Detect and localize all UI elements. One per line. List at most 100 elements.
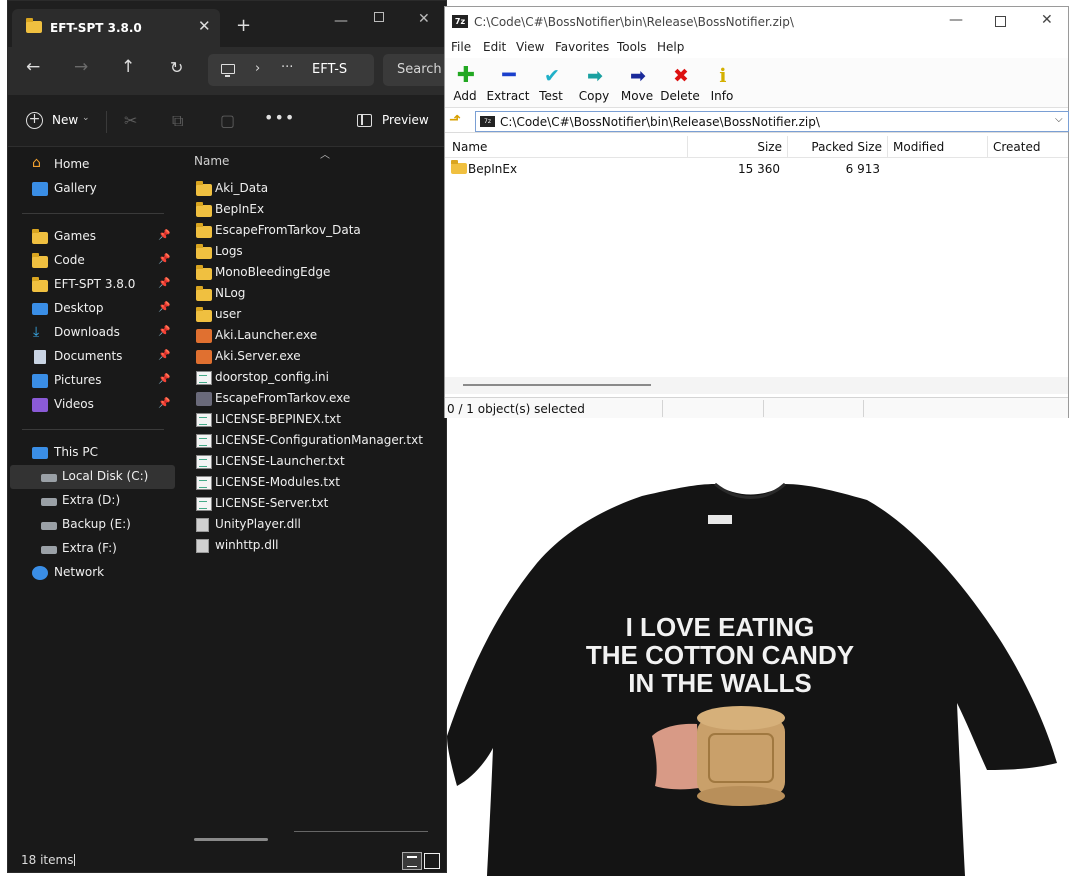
up-arrow-icon[interactable]: ↑: [121, 59, 135, 76]
sidebar-item-pictures[interactable]: Pictures 📌: [8, 369, 173, 393]
menu-help[interactable]: Help: [657, 40, 684, 54]
column-header-packed-size[interactable]: Packed Size: [788, 136, 888, 158]
file-name: LICENSE-ConfigurationManager.txt: [215, 433, 423, 447]
horizontal-scrollbar[interactable]: [194, 838, 268, 841]
file-row[interactable]: Logs: [194, 242, 444, 263]
file-row[interactable]: user: [194, 305, 444, 326]
pin-icon[interactable]: 📌: [158, 350, 170, 361]
sidebar-item-this-pc[interactable]: This PC: [8, 441, 173, 465]
close-tab-icon[interactable]: ✕: [198, 17, 211, 35]
sidebar-item-backup-e[interactable]: Backup (E:): [8, 513, 173, 537]
paste-icon[interactable]: ▢: [220, 111, 235, 130]
sidebar-item-extra-f[interactable]: Extra (F:): [8, 537, 173, 561]
minimize-button[interactable]: —: [334, 13, 348, 29]
search-input[interactable]: Search: [383, 54, 446, 86]
pin-icon[interactable]: 📌: [158, 374, 170, 385]
chevron-right-icon[interactable]: ›: [255, 61, 260, 76]
details-view-button[interactable]: [402, 852, 422, 870]
folder-icon: [451, 160, 467, 174]
refresh-icon[interactable]: ↻: [170, 60, 183, 76]
column-header-modified[interactable]: Modified: [888, 136, 988, 158]
pin-icon[interactable]: 📌: [158, 398, 170, 409]
menu-file[interactable]: File: [451, 40, 471, 54]
more-options-icon[interactable]: •••: [264, 108, 295, 127]
path-input[interactable]: 7z C:\Code\C#\BossNotifier\bin\Release\B…: [475, 111, 1069, 132]
back-arrow-icon[interactable]: ←: [26, 59, 40, 76]
copy-button[interactable]: ➡ Copy: [571, 62, 617, 106]
sidebar-item-network[interactable]: Network: [8, 561, 173, 585]
menu-tools[interactable]: Tools: [617, 40, 647, 54]
sidebar-item-eft-spt[interactable]: EFT-SPT 3.8.0 📌: [8, 273, 173, 297]
add-button[interactable]: ✚ Add: [442, 62, 488, 106]
file-row[interactable]: EscapeFromTarkov.exe: [194, 389, 444, 410]
file-row[interactable]: Aki_Data: [194, 179, 444, 200]
close-window-button[interactable]: ✕: [418, 11, 430, 27]
new-tab-button[interactable]: +: [236, 17, 251, 35]
pin-icon[interactable]: 📌: [158, 278, 170, 289]
column-header-name[interactable]: Name: [445, 136, 688, 158]
file-row[interactable]: winhttp.dll: [194, 536, 444, 557]
menu-edit[interactable]: Edit: [483, 40, 506, 54]
horizontal-scrollbar[interactable]: [445, 377, 1068, 394]
file-name: BepInEx: [215, 202, 265, 216]
extract-button[interactable]: ━ Extract: [485, 62, 531, 106]
move-button[interactable]: ➡ Move: [614, 62, 660, 106]
folder-icon: [26, 18, 42, 33]
pin-icon[interactable]: 📌: [158, 254, 170, 265]
file-row[interactable]: LICENSE-Launcher.txt: [194, 452, 444, 473]
file-row[interactable]: LICENSE-Server.txt: [194, 494, 444, 515]
pin-icon[interactable]: 📌: [158, 230, 170, 241]
file-row[interactable]: doorstop_config.ini: [194, 368, 444, 389]
sidebar-item-extra-d[interactable]: Extra (D:): [8, 489, 173, 513]
close-window-button[interactable]: ✕: [1041, 12, 1053, 28]
sidebar-item-documents[interactable]: Documents 📌: [8, 345, 173, 369]
forward-arrow-icon[interactable]: →: [74, 59, 88, 76]
more-path-icon[interactable]: ···: [281, 60, 293, 75]
sidebar-item-code[interactable]: Code 📌: [8, 249, 173, 273]
sidebar-item-desktop[interactable]: Desktop 📌: [8, 297, 173, 321]
menu-view[interactable]: View: [516, 40, 544, 54]
explorer-tab[interactable]: EFT-SPT 3.8.0 ✕: [12, 9, 220, 47]
address-bar[interactable]: › ··· EFT-S: [208, 54, 374, 86]
table-row[interactable]: BepInEx 15 360 6 913: [445, 160, 1068, 178]
up-folder-icon[interactable]: ⬏: [449, 112, 467, 130]
status-divider: [662, 400, 663, 417]
info-button[interactable]: ℹ Info: [699, 62, 745, 106]
sidebar-label: Games: [54, 229, 96, 243]
column-header-name[interactable]: Name: [194, 154, 229, 168]
maximize-button[interactable]: [995, 16, 1006, 27]
navigation-pane: ⌂ Home Gallery Games 📌 Code 📌 EFT-SPT 3.…: [8, 148, 176, 838]
file-row[interactable]: NLog: [194, 284, 444, 305]
test-button[interactable]: ✔ Test: [528, 62, 574, 106]
maximize-button[interactable]: [374, 12, 384, 22]
scrollbar-thumb[interactable]: [463, 384, 651, 386]
cell-size: 15 360: [738, 162, 780, 176]
delete-button[interactable]: ✖ Delete: [657, 62, 703, 106]
file-row[interactable]: LICENSE-BEPINEX.txt: [194, 410, 444, 431]
pin-icon[interactable]: 📌: [158, 302, 170, 313]
sidebar-item-home[interactable]: ⌂ Home: [8, 153, 173, 177]
file-row[interactable]: LICENSE-Modules.txt: [194, 473, 444, 494]
file-row[interactable]: LICENSE-ConfigurationManager.txt: [194, 431, 444, 452]
minimize-button[interactable]: —: [949, 12, 963, 28]
cell-packed-size: 6 913: [845, 162, 880, 176]
sidebar-item-videos[interactable]: Videos 📌: [8, 393, 173, 417]
cut-icon[interactable]: ✂: [124, 111, 137, 130]
file-row[interactable]: BepInEx: [194, 200, 444, 221]
column-header-size[interactable]: Size: [688, 136, 788, 158]
pin-icon[interactable]: 📌: [158, 326, 170, 337]
tiles-view-button[interactable]: [424, 853, 440, 869]
menu-favorites[interactable]: Favorites: [555, 40, 609, 54]
sidebar-item-games[interactable]: Games 📌: [8, 225, 173, 249]
file-row[interactable]: Aki.Server.exe: [194, 347, 444, 368]
file-row[interactable]: EscapeFromTarkov_Data: [194, 221, 444, 242]
sidebar-item-gallery[interactable]: Gallery: [8, 177, 173, 201]
column-header-created[interactable]: Created: [988, 136, 1070, 158]
sidebar-item-downloads[interactable]: ⤓ Downloads 📌: [8, 321, 173, 345]
file-row[interactable]: MonoBleedingEdge: [194, 263, 444, 284]
file-row[interactable]: Aki.Launcher.exe: [194, 326, 444, 347]
copy-icon[interactable]: ⧉: [172, 111, 183, 131]
sidebar-item-local-disk-c[interactable]: Local Disk (C:): [10, 465, 175, 489]
chevron-down-icon[interactable]: ⌵: [1055, 114, 1063, 125]
file-row[interactable]: UnityPlayer.dll: [194, 515, 444, 536]
